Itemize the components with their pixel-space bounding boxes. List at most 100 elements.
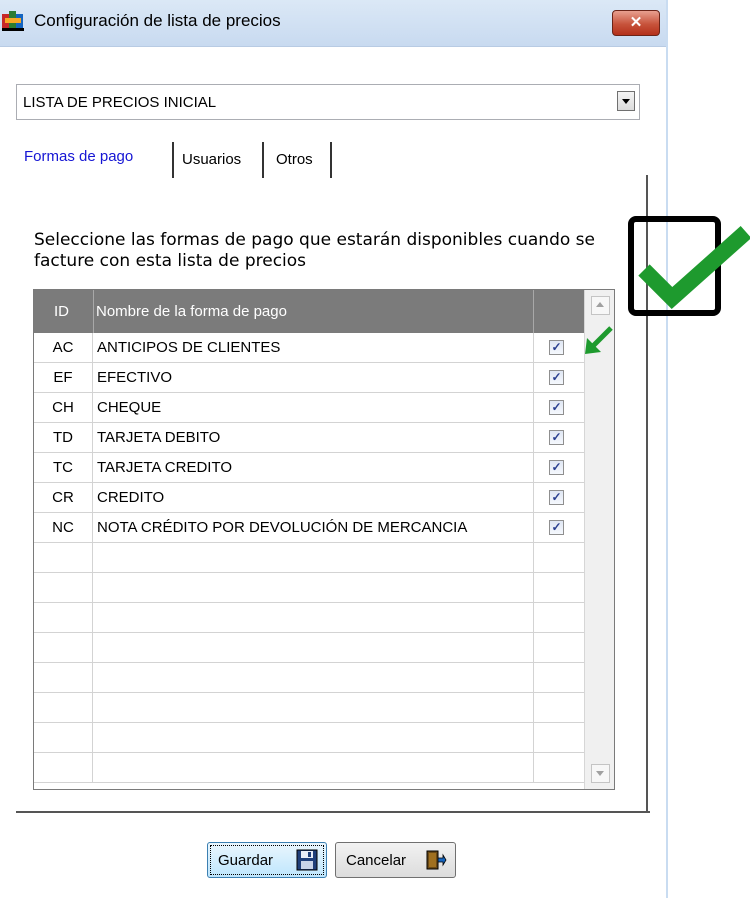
tab-formas-de-pago[interactable]: Formas de pago [24,148,133,186]
cell-id [34,753,93,783]
floppy-disk-icon [296,849,318,871]
cell-name [93,663,534,693]
chevron-down-icon[interactable] [617,91,635,111]
config-window: Configuración de lista de precios ✕ LIST… [0,0,750,898]
table-row[interactable]: AC ANTICIPOS DE CLIENTES ✓ [34,333,584,363]
cell-name [93,603,534,633]
window-title: Configuración de lista de precios [34,11,281,30]
cell-id: CH [34,393,93,423]
cell-available [534,543,584,573]
tab-divider [330,142,332,178]
cell-id [34,603,93,633]
empty-table-row[interactable] [34,663,584,693]
tab-divider [172,142,174,178]
cell-id: AC [34,333,93,363]
available-checkbox[interactable]: ✓ [549,520,564,535]
payment-methods-grid: ID Nombre de la forma de pago AC ANTICIPO… [33,289,615,790]
cell-id: NC [34,513,93,543]
cell-available [534,693,584,723]
cell-id [34,693,93,723]
cell-id [34,573,93,603]
cell-available: ✓ [534,363,584,393]
title-bar: Configuración de lista de precios ✕ [0,0,666,47]
table-row[interactable]: NC NOTA CRÉDITO POR DEVOLUCIÓN DE MERCANC… [34,513,584,543]
cell-name [93,723,534,753]
scroll-down-icon[interactable] [591,764,610,783]
cell-available [534,753,584,783]
cell-name: CREDITO [93,483,534,513]
cell-available: ✓ [534,393,584,423]
window-frame-right [666,0,668,898]
column-header-name[interactable]: Nombre de la forma de pago [96,303,287,320]
empty-table-row[interactable] [34,603,584,633]
cell-name [93,753,534,783]
cell-id [34,543,93,573]
save-button-label: Guardar [218,852,274,869]
green-arrow-icon [585,326,613,354]
empty-table-row[interactable] [34,723,584,753]
cell-id [34,633,93,663]
tab-usuarios[interactable]: Usuarios [182,151,241,189]
cell-available: ✓ [534,453,584,483]
cell-id: TD [34,423,93,453]
header-divider [93,290,94,333]
header-divider [533,290,534,333]
close-button[interactable]: ✕ [612,10,660,36]
save-button[interactable]: Guardar [207,842,327,878]
price-list-select[interactable]: LISTA DE PRECIOS INICIAL [16,84,640,120]
cancel-button-label: Cancelar [346,852,407,869]
cell-id: EF [34,363,93,393]
cell-name [93,543,534,573]
grid-rows: AC ANTICIPOS DE CLIENTES ✓ EF EFECTIVO ✓ CH CHE… [34,333,584,783]
empty-table-row[interactable] [34,693,584,723]
close-icon: ✕ [629,14,643,31]
available-checkbox[interactable]: ✓ [549,400,564,415]
cell-name [93,693,534,723]
tab-panel-border-bottom [16,811,650,813]
empty-table-row[interactable] [34,573,584,603]
cell-name [93,573,534,603]
grid-header: ID Nombre de la forma de pago [34,290,584,333]
instructions-text: Seleccione las formas de pago que estará… [34,230,595,271]
tab-divider [262,142,264,178]
grid-scrollbar[interactable] [584,290,614,789]
app-icon [2,11,24,31]
cell-available [534,633,584,663]
table-row[interactable]: CH CHEQUE ✓ [34,393,584,423]
cell-available [534,603,584,633]
table-row[interactable]: EF EFECTIVO ✓ [34,363,584,393]
cell-id: CR [34,483,93,513]
cell-available: ✓ [534,333,584,363]
available-checkbox[interactable]: ✓ [549,460,564,475]
table-row[interactable]: TC TARJETA CREDITO ✓ [34,453,584,483]
cell-name [93,633,534,663]
empty-table-row[interactable] [34,543,584,573]
empty-table-row[interactable] [34,633,584,663]
column-header-id[interactable]: ID [54,303,69,320]
cell-name: EFECTIVO [93,363,534,393]
empty-table-row[interactable] [34,753,584,783]
cell-name: TARJETA DEBITO [93,423,534,453]
table-row[interactable]: CR CREDITO ✓ [34,483,584,513]
cell-available: ✓ [534,483,584,513]
available-checkbox[interactable]: ✓ [549,490,564,505]
exit-door-icon [426,850,447,870]
table-row[interactable]: TD TARJETA DEBITO ✓ [34,423,584,453]
cell-available [534,663,584,693]
cell-id: TC [34,453,93,483]
cell-available [534,573,584,603]
cell-id [34,663,93,693]
scroll-up-icon[interactable] [591,296,610,315]
cell-name: CHEQUE [93,393,534,423]
price-list-select-value: LISTA DE PRECIOS INICIAL [23,94,217,111]
cell-available: ✓ [534,513,584,543]
available-checkbox[interactable]: ✓ [549,430,564,445]
cell-name: TARJETA CREDITO [93,453,534,483]
tab-otros[interactable]: Otros [276,151,313,189]
available-checkbox[interactable]: ✓ [549,340,564,355]
cell-name: NOTA CRÉDITO POR DEVOLUCIÓN DE MERCANCIA [93,513,534,543]
available-checkbox[interactable]: ✓ [549,370,564,385]
green-checkmark-icon [638,226,750,309]
cancel-button[interactable]: Cancelar [335,842,456,878]
window-client-area: LISTA DE PRECIOS INICIAL Formas de pago … [0,47,666,898]
